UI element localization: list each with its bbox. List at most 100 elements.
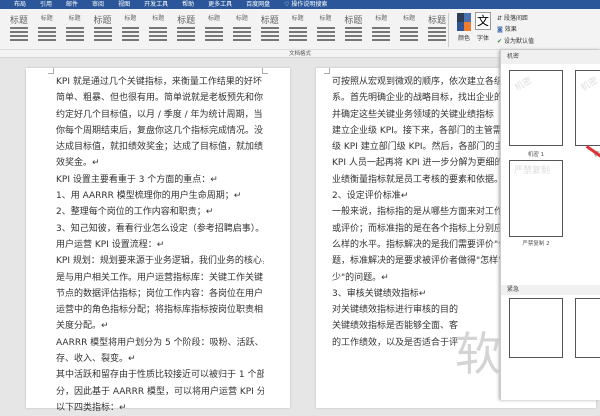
ribbon-tabs: 布局 引用 邮件 审阅 视图 开发工具 帮助 更多工具 百度网盘 ♡ 操作说明搜索 [0,0,600,9]
text-line: 一般来说，指标指的是从哪些方面来对工作进 [332,207,502,218]
ribbon-tab[interactable]: 邮件 [66,0,78,9]
text-line: 么样的水平。指标解决的是我们需要评价"什 [332,239,502,250]
style-option-label: 标题 [260,16,279,26]
style-option[interactable]: 标题 [147,13,169,47]
style-preview-line [10,27,28,29]
style-preview-line [177,39,196,41]
style-preview-line [428,35,446,37]
margin-mark [324,68,330,74]
ribbon-tab[interactable]: 更多工具 [208,0,232,9]
style-option-label: 标题 [9,16,28,26]
text-line: 系。首先明确企业的战略目标，找出企业的业务 [332,93,502,104]
check-icon: ✔ [497,38,503,45]
style-option[interactable]: 标题 [343,13,365,47]
paragraph-spacing-button[interactable]: ⇵ 段落间距 [497,13,528,22]
text-line: 的工作绩效，以及是否适合于评 [332,337,459,348]
text-line: KPI 人员一起再将 KPI 进一步分解为更细的 KPI [332,158,502,169]
style-preview-line [260,31,279,33]
watermark-gallery-panel: 机密 机密 机密 1 机密 机密 2 严禁复制 严禁复制 2 紧急 [500,50,600,400]
style-preview-line [288,27,307,29]
style-preview-line [93,35,112,37]
style-option[interactable]: 标题 [203,13,225,47]
style-option[interactable]: 标题 [287,13,309,47]
set-default-button[interactable]: ✔ 设为默认值 [497,36,534,45]
style-preview-line [316,31,335,33]
style-preview-line [316,35,335,37]
colors-label: 颜色 [458,35,471,42]
ribbon-tab[interactable]: 开发工具 [144,0,168,9]
watermark-option-label: 机密 1 [527,152,545,158]
style-preview-line [93,27,112,29]
text-line: 3、审核关键绩效指标↵ [332,288,427,299]
style-preview-line [260,27,279,29]
document-page-1[interactable]: KPI 就是通过几个关键指标，来衡量工作结果的好坏 简单、粗暴、但也很有用。简单说… [26,68,290,413]
style-option-label: 标题 [40,15,53,22]
ribbon-tab[interactable]: 帮助 [182,0,194,9]
text-line: 或评价；而标准指的是在各个指标上分别应该 [332,223,502,234]
style-option[interactable]: 标题 [315,13,337,47]
ribbon-tab[interactable]: 视图 [118,0,130,9]
style-preview-line [65,27,84,29]
style-preview-line [205,35,223,37]
set-default-label: 设为默认值 [503,38,534,45]
ribbon-tab[interactable]: ♡ 操作说明搜索 [284,0,327,9]
gallery-scrollbar[interactable] [448,13,454,47]
style-preview-line [233,27,251,29]
ribbon-tab[interactable]: 引用 [40,0,52,9]
watermark-option[interactable]: 机密 [575,70,600,146]
ribbon-tab[interactable]: 百度网盘 [246,0,270,9]
style-option-label: 标题 [68,15,81,22]
style-preview-line [93,39,112,41]
section-header: 机密 [501,50,600,64]
fonts-button[interactable]: 文 [475,12,491,30]
style-option[interactable]: 标题 [8,13,30,47]
watermark-option-label: 严禁复制 2 [522,241,550,247]
style-option-label: 标题 [291,15,304,22]
style-option[interactable]: 标题 [398,13,420,47]
style-option-label: 标题 [375,15,388,22]
ribbon: 标题 标题 标题 标题 标题 标题 标题 标题 标题 标题 标题 标题 标题 标题 标题 标题 颜色 文 字体… [0,9,600,50]
page-1-text[interactable]: KPI 就是通过几个关键指标，来衡量工作结果的好坏 简单、粗暴、但也很有用。简单说… [56,74,264,416]
style-option[interactable]: 标题 [120,13,142,47]
style-option[interactable]: 标题 [231,13,253,47]
text-line: KPI 就是通过几个关键指标，来衡量工作结果的好坏 [56,77,262,87]
style-option[interactable]: 标题 [426,13,448,47]
style-preview-line [37,31,56,33]
section-header: 紧急 [501,285,600,295]
watermark-option[interactable]: 严禁复制 [509,160,563,237]
effects-button[interactable]: ◙ 效果 [497,24,517,33]
text-line: KPI 规划：规划要来源于业务逻辑，我们业务的核心， [56,256,264,267]
style-option[interactable]: 标题 [259,13,281,47]
watermark-preview: 机密 [579,75,600,94]
style-preview-line [372,31,391,33]
watermark-option[interactable]: 机密 [509,70,563,146]
style-preview-line [372,39,391,41]
font-glyph-icon: 文 [476,14,489,28]
watermark-option[interactable] [509,298,563,358]
page-2-text[interactable]: 可按照从宏观到微观的顺序，依次建立各级的系。首先明确企业的战略目标，找出企业的业… [332,74,502,351]
watermark-option[interactable] [575,298,600,358]
style-option[interactable]: 标题 [92,13,114,47]
text-line: 级 KPI 建立部门级 KPI。然后，各部门的主管和 [332,142,502,153]
style-preview-line [37,27,56,29]
style-option-label: 标题 [319,15,332,22]
style-preview-line [37,35,56,37]
style-preview-line [205,27,223,29]
style-option[interactable]: 标题 [36,13,58,47]
style-preview-line [10,31,28,33]
style-preview-line [372,35,391,37]
watermark-preview: 机密 [513,75,535,94]
style-gallery: 标题 标题 标题 标题 标题 标题 标题 标题 标题 标题 标题 标题 标题 标题 标题 标题 [8,13,448,47]
style-option[interactable]: 标题 [64,13,86,47]
style-preview-line [316,39,335,41]
text-line: 分，因此基于 AARRR 模型，可以将用户运营 KPI 分为 [56,386,264,397]
style-option[interactable]: 标题 [370,13,392,47]
text-line: 存、收入、裂变。↵ [56,354,136,365]
text-line: 2、设定评价标准↵ [332,191,409,202]
style-option[interactable]: 标题 [175,13,197,47]
text-line: 约定好几个目标值，以月 / 季度 / 年为统计周期，当 [56,109,263,120]
ribbon-tab[interactable]: 布局 [14,0,26,9]
colors-button[interactable] [457,13,471,31]
text-line: 你每个周期结束后，复盘你这几个指标完成情况。没 [56,125,264,136]
ribbon-tab[interactable]: 审阅 [92,0,104,9]
